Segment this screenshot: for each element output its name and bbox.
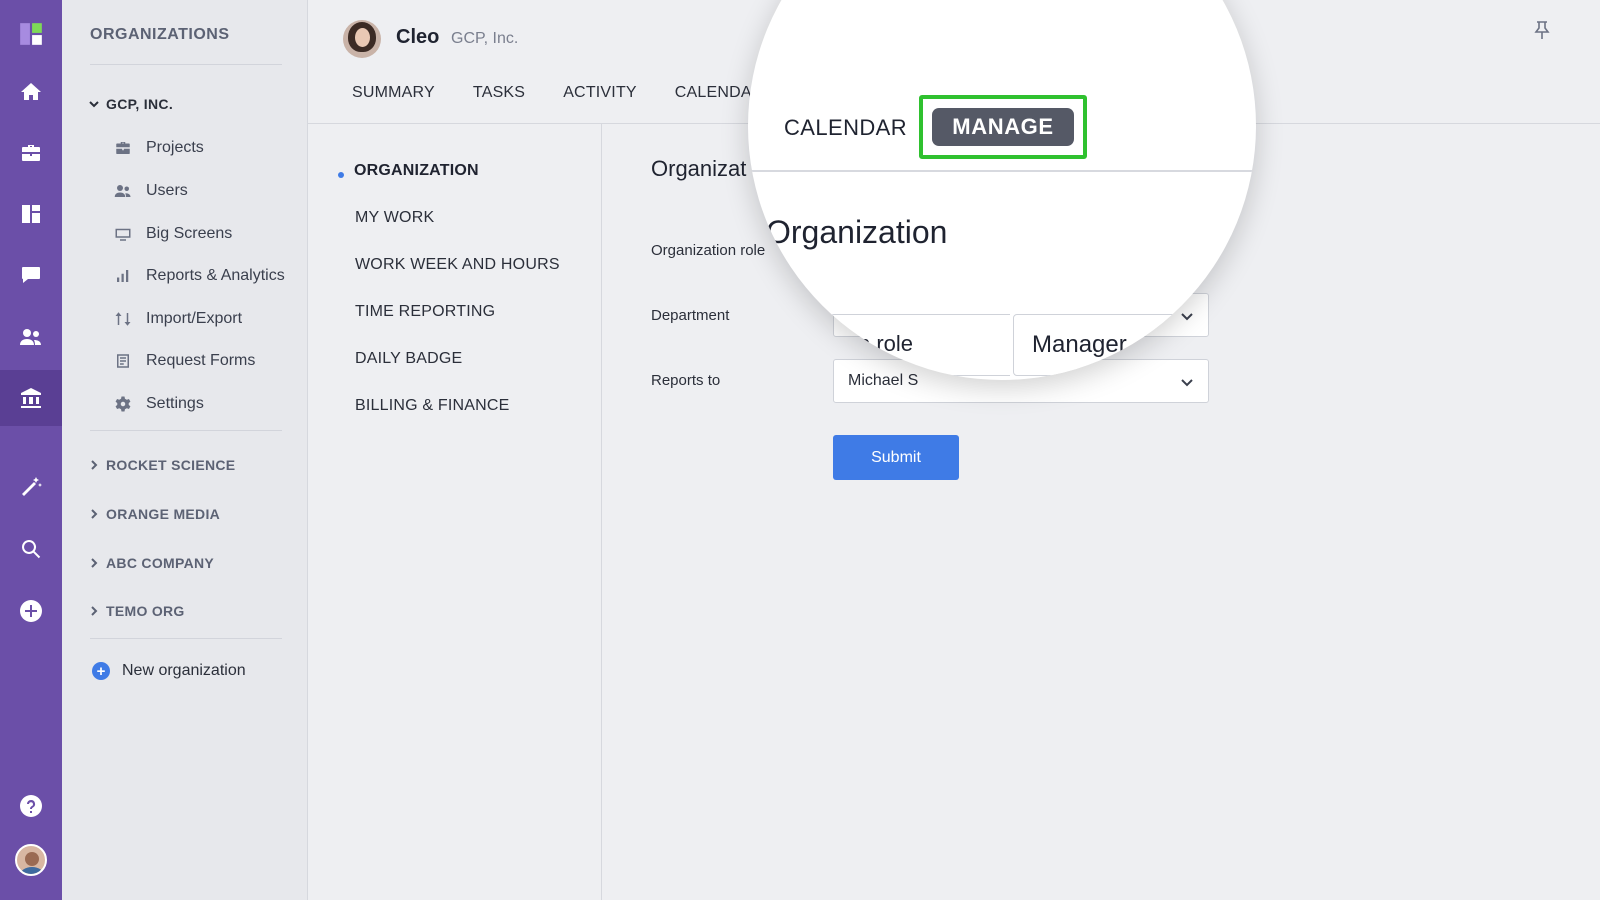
tab-tasks[interactable]: TASKS bbox=[473, 84, 525, 102]
section-title: Organizat bbox=[651, 156, 747, 181]
divider bbox=[90, 430, 282, 431]
chevron-down-icon bbox=[88, 98, 100, 110]
settings-item-daily-badge[interactable]: DAILY BADGE bbox=[355, 350, 462, 368]
search-icon[interactable] bbox=[0, 521, 62, 577]
chevron-right-icon bbox=[88, 557, 100, 569]
bar-chart-icon bbox=[114, 267, 132, 285]
home-icon[interactable] bbox=[0, 64, 62, 120]
sidebar-item-big-screens[interactable]: Big Screens bbox=[114, 225, 232, 243]
divider bbox=[90, 64, 282, 65]
sidebar-heading: ORGANIZATIONS bbox=[90, 26, 230, 43]
org-group-label: TEMO ORG bbox=[106, 603, 185, 619]
sidebar-item-label: Reports & Analytics bbox=[146, 267, 285, 284]
sidebar-item-label: Settings bbox=[146, 395, 204, 412]
lens-field-text: n role bbox=[858, 331, 914, 356]
lens-tab-calendar[interactable]: CALENDAR bbox=[784, 115, 907, 141]
plus-icon: + bbox=[92, 662, 110, 680]
gear-icon bbox=[114, 395, 132, 413]
tab-summary[interactable]: SUMMARY bbox=[352, 84, 435, 102]
magic-wand-icon[interactable] bbox=[0, 459, 62, 515]
divider bbox=[90, 638, 282, 639]
new-organization-button[interactable]: + New organization bbox=[92, 662, 246, 680]
new-organization-label: New organization bbox=[122, 662, 246, 679]
sidebar-item-settings[interactable]: Settings bbox=[114, 395, 204, 413]
people-icon[interactable] bbox=[0, 309, 62, 365]
pin-icon[interactable] bbox=[1532, 20, 1552, 40]
settings-item-billing[interactable]: BILLING & FINANCE bbox=[355, 397, 510, 415]
org-group-label: ROCKET SCIENCE bbox=[106, 457, 236, 473]
lens-role-value: Manager bbox=[1032, 331, 1127, 358]
reports-to-label: Reports to bbox=[651, 372, 721, 389]
settings-item-organization[interactable]: ORGANIZATION bbox=[354, 162, 479, 180]
arrows-icon bbox=[114, 310, 132, 328]
chat-icon[interactable] bbox=[0, 247, 62, 303]
chevron-right-icon bbox=[88, 508, 100, 520]
chevron-right-icon bbox=[88, 459, 100, 471]
sidebar-item-import-export[interactable]: Import/Export bbox=[114, 310, 242, 328]
sidebar-item-request-forms[interactable]: Request Forms bbox=[114, 352, 255, 370]
org-group-label: ABC COMPANY bbox=[106, 555, 215, 571]
org-group-label: GCP, INC. bbox=[106, 96, 174, 112]
sidebar-item-reports[interactable]: Reports & Analytics bbox=[114, 267, 285, 285]
org-group-abc-company[interactable]: ABC COMPANY bbox=[88, 555, 214, 571]
active-indicator bbox=[338, 172, 344, 178]
help-icon[interactable] bbox=[0, 778, 62, 834]
sidebar-item-users[interactable]: Users bbox=[114, 182, 188, 200]
chevron-right-icon bbox=[88, 605, 100, 617]
lens-section-title: Organization bbox=[766, 214, 948, 250]
sidebar-item-label: Users bbox=[146, 182, 188, 199]
chevron-down-icon bbox=[1180, 375, 1194, 389]
briefcase-icon[interactable] bbox=[0, 125, 62, 181]
app-rail bbox=[0, 0, 62, 900]
sidebar-item-label: Projects bbox=[146, 139, 204, 156]
user-avatar bbox=[343, 20, 381, 58]
manage-tab-button[interactable]: MANAGE bbox=[932, 108, 1074, 146]
settings-item-work-week[interactable]: WORK WEEK AND HOURS bbox=[355, 256, 560, 274]
organization-role-label: Organization role bbox=[651, 242, 766, 259]
sidebar-item-label: Request Forms bbox=[146, 352, 256, 369]
lens-role-select[interactable]: Manager bbox=[1013, 314, 1256, 376]
lens-role-input[interactable] bbox=[830, 314, 1010, 376]
form-icon bbox=[114, 352, 132, 370]
organizations-sidebar: ORGANIZATIONS GCP, INC. Projects Users B… bbox=[62, 0, 308, 900]
users-icon bbox=[114, 182, 132, 200]
highlight-box: MANAGE bbox=[919, 95, 1087, 159]
settings-nav: ORGANIZATION MY WORK WORK WEEK AND HOURS… bbox=[308, 124, 602, 900]
submit-button[interactable]: Submit bbox=[833, 435, 959, 480]
my-avatar[interactable] bbox=[0, 832, 62, 888]
app-logo-icon[interactable] bbox=[0, 6, 62, 62]
organization-icon[interactable] bbox=[0, 370, 62, 426]
user-name: Cleo bbox=[396, 26, 440, 48]
tab-activity[interactable]: ACTIVITY bbox=[563, 84, 637, 102]
org-group-label: ORANGE MEDIA bbox=[106, 506, 221, 522]
department-label: Department bbox=[651, 307, 730, 324]
add-icon[interactable] bbox=[0, 583, 62, 639]
sidebar-item-label: Big Screens bbox=[146, 225, 233, 242]
org-group-orange-media[interactable]: ORANGE MEDIA bbox=[88, 506, 220, 522]
lens-divider bbox=[748, 170, 1256, 172]
chevron-down-icon bbox=[1176, 341, 1192, 359]
sidebar-item-label: Import/Export bbox=[146, 310, 243, 327]
settings-item-my-work[interactable]: MY WORK bbox=[355, 209, 434, 227]
org-group-temo-org[interactable]: TEMO ORG bbox=[88, 603, 185, 619]
briefcase-icon bbox=[114, 139, 132, 157]
dashboard-icon[interactable] bbox=[0, 186, 62, 242]
profile-tabs: SUMMARY TASKS ACTIVITY CALENDAR bbox=[352, 84, 802, 102]
sidebar-item-projects[interactable]: Projects bbox=[114, 139, 204, 157]
user-company: GCP, Inc. bbox=[451, 30, 519, 47]
screen-icon bbox=[114, 225, 132, 243]
org-group-gcp[interactable]: GCP, INC. bbox=[88, 96, 173, 112]
org-group-rocket-science[interactable]: ROCKET SCIENCE bbox=[88, 457, 235, 473]
settings-item-time-reporting[interactable]: TIME REPORTING bbox=[355, 303, 495, 321]
